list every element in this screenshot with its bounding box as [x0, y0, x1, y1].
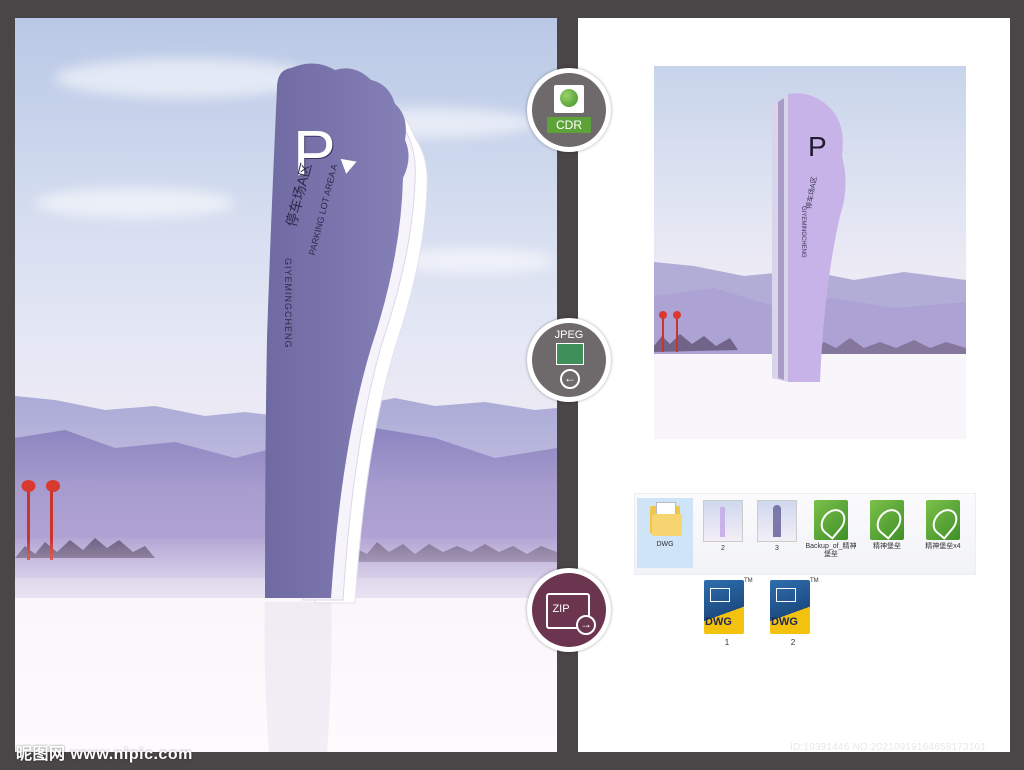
- trademark-text: TM: [810, 578, 819, 584]
- image-icon: [556, 343, 584, 365]
- file-label: 3: [775, 545, 779, 552]
- dwg-file-1[interactable]: DWG TM 1: [702, 578, 753, 647]
- file-item-image-3[interactable]: 3: [749, 500, 805, 553]
- landscape-scene: [15, 63, 557, 752]
- zip-badge-circle: ZIP →: [532, 573, 606, 647]
- file-contents-panel: P 停车场A区 GIYEMINGCHENG DWG 2 3 Backup_of_…: [578, 18, 1010, 752]
- file-label: 精神堡垒: [873, 543, 901, 550]
- file-item-cdr-x4[interactable]: 精神堡垒x4: [915, 500, 971, 551]
- coreldraw-file-icon: [926, 500, 963, 540]
- coreldraw-logo-icon: [554, 85, 584, 113]
- image-id-text: ID:19391446 NO:20210919164658173101: [790, 742, 987, 753]
- cdr-badge: CDR: [527, 68, 611, 152]
- folder-icon: [648, 498, 682, 538]
- dwg-file-2[interactable]: DWG TM 2: [768, 578, 819, 647]
- jpeg-label: JPEG: [554, 329, 584, 341]
- jpeg-badge-circle: JPEG ←: [532, 323, 606, 397]
- file-item-dwg-folder[interactable]: DWG: [637, 498, 693, 568]
- file-label: 2: [721, 545, 725, 552]
- cdr-badge-circle: CDR: [532, 73, 606, 147]
- file-label: DWG: [656, 541, 674, 548]
- coreldraw-file-icon: [814, 500, 851, 540]
- arrow-right-icon: →: [576, 615, 596, 635]
- dwg-badge-text: DWG: [771, 616, 798, 628]
- autocad-dwg-icon: DWG TM: [770, 578, 819, 636]
- file-item-cdr[interactable]: 精神堡垒: [859, 500, 915, 551]
- arrow-left-icon: ←: [560, 369, 580, 389]
- preview-scene: [654, 93, 966, 439]
- image-thumbnail-icon: [703, 500, 743, 542]
- zip-badge: ZIP →: [527, 568, 611, 652]
- autocad-dwg-icon: DWG TM: [704, 578, 753, 636]
- preview-p-letter: P: [808, 131, 827, 162]
- file-label: 精神堡垒x4: [925, 543, 961, 550]
- file-item-image-2[interactable]: 2: [695, 500, 751, 553]
- dwg-badge-text: DWG: [705, 616, 732, 628]
- preview-vertical-text: GIYEMINGCHENG: [800, 206, 806, 258]
- preview-image: P 停车场A区 GIYEMINGCHENG: [654, 66, 966, 439]
- file-list: DWG 2 3 Backup_of_精神堡垒 精神堡垒 精神堡垒x4: [634, 493, 976, 575]
- trademark-text: TM: [744, 578, 753, 584]
- image-thumbnail-icon: [757, 500, 797, 542]
- file-label: Backup_of_精神堡垒: [805, 543, 857, 558]
- file-label: 2: [790, 638, 796, 647]
- zip-label: ZIP: [552, 603, 570, 615]
- site-watermark: 昵图网 www.nipic.com: [16, 746, 193, 763]
- file-label: 1: [724, 638, 730, 647]
- cdr-label: CDR: [547, 117, 591, 133]
- coreldraw-file-icon: [870, 500, 907, 540]
- sign-vertical-text: GIYEMINGCHENG: [283, 258, 293, 349]
- jpeg-badge: JPEG ←: [527, 318, 611, 402]
- file-item-backup-cdr[interactable]: Backup_of_精神堡垒: [803, 500, 859, 559]
- main-rendering-panel: P 停车场A区 PARKING LOT AREA A GIYEMINGCHENG: [15, 18, 557, 752]
